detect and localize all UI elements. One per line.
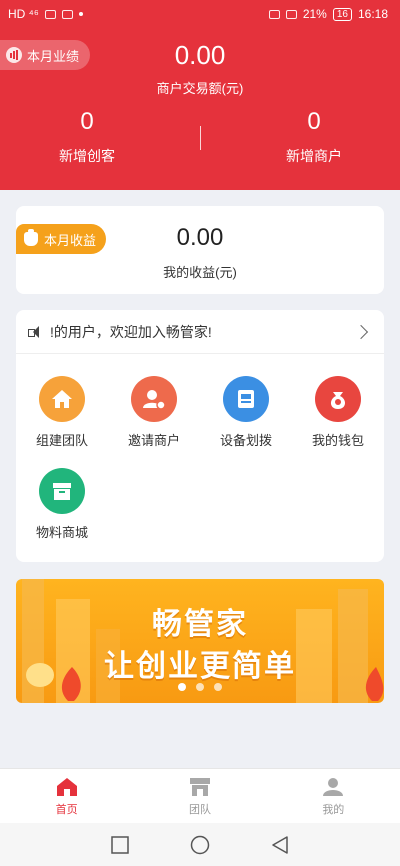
notice-text: !的用户，欢迎加入畅管家!: [50, 323, 212, 340]
stat-label: 新增创客: [59, 148, 115, 164]
merchant-transaction-amount: 0.00: [174, 40, 226, 70]
store-tab-icon: [189, 778, 210, 796]
new-merchant-stat[interactable]: 0 新增商户: [214, 108, 400, 166]
menu-item-invite-merchant[interactable]: 邀请商户: [108, 376, 200, 449]
signal-label: HD ⁴⁶: [8, 7, 39, 21]
menu-label: 物料商城: [35, 525, 88, 540]
battery-icon: 16: [332, 7, 352, 21]
menu-card: !的用户，欢迎加入畅管家! 组建团队 邀请商户 设备划拨 我的钱包 物料商城: [16, 310, 384, 562]
new-maker-stat[interactable]: 0 新增创客: [0, 108, 187, 166]
clock: 16:18: [357, 7, 388, 21]
menu-label: 组建团队: [35, 433, 88, 448]
tab-team[interactable]: 团队: [133, 769, 266, 823]
wallet-icon: [315, 376, 361, 422]
menu-label: 我的钱包: [311, 433, 364, 448]
wifi-icon: [44, 9, 56, 19]
eye-icon: [268, 9, 280, 19]
tab-mine[interactable]: 我的: [267, 769, 400, 823]
more-dots-icon: [78, 12, 83, 16]
shop-box-icon: [39, 468, 85, 514]
notification-icon: [61, 9, 73, 19]
carousel-dot[interactable]: [196, 683, 204, 691]
menu-label: 设备划拨: [219, 433, 272, 448]
earnings-label: 我的收益(元): [163, 265, 237, 280]
stat-value: 0: [307, 108, 321, 135]
banner-title: 畅管家: [152, 608, 248, 641]
tab-label: 团队: [188, 804, 211, 816]
mute-icon: [285, 9, 297, 19]
stat-divider: [200, 126, 201, 150]
menu-item-material-shop[interactable]: 物料商城: [16, 468, 108, 541]
invite-user-icon: [131, 376, 177, 422]
person-tab-icon: [323, 778, 344, 796]
status-bar: HD ⁴⁶ 21% 16 16:18: [0, 0, 400, 28]
carousel-indicator: [16, 683, 384, 691]
chevron-right-icon: [353, 324, 369, 339]
banner-subtitle: 让创业更简单: [104, 650, 296, 683]
back-button-icon[interactable]: [271, 835, 289, 854]
system-nav-bar: [0, 823, 400, 866]
tab-label: 首页: [55, 804, 78, 816]
home-tab-icon: [56, 778, 77, 796]
menu-label: 邀请商户: [127, 433, 180, 448]
earnings-amount: 0.00: [176, 224, 224, 251]
promo-banner[interactable]: 畅管家 让创业更简单: [16, 579, 384, 703]
merchant-transaction-label: 商户交易额(元): [156, 81, 244, 96]
earnings-card[interactable]: 本月收益 0.00 我的收益(元): [16, 206, 384, 294]
menu-item-wallet[interactable]: 我的钱包: [292, 376, 384, 449]
carousel-dot[interactable]: [214, 683, 222, 691]
speaker-icon: [28, 325, 44, 339]
notice-bar[interactable]: !的用户，欢迎加入畅管家!: [16, 310, 384, 354]
carousel-dot[interactable]: [178, 683, 186, 691]
home-button-icon[interactable]: [190, 835, 210, 855]
tab-label: 我的: [322, 804, 345, 816]
tab-home[interactable]: 首页: [0, 769, 133, 823]
home-icon: [39, 376, 85, 422]
menu-item-build-team[interactable]: 组建团队: [16, 376, 108, 449]
bottom-tab-bar: 首页 团队 我的: [0, 768, 400, 823]
battery-percent: 21%: [302, 7, 327, 21]
menu-item-device-transfer[interactable]: 设备划拨: [200, 376, 292, 449]
stat-value: 0: [80, 108, 94, 135]
header-panel: HD ⁴⁶ 21% 16 16:18 本月业绩 0.00 商户交易额(元) 0 …: [0, 0, 400, 190]
recent-apps-icon[interactable]: [110, 835, 129, 854]
device-transfer-icon: [223, 376, 269, 422]
stat-label: 新增商户: [286, 148, 342, 164]
